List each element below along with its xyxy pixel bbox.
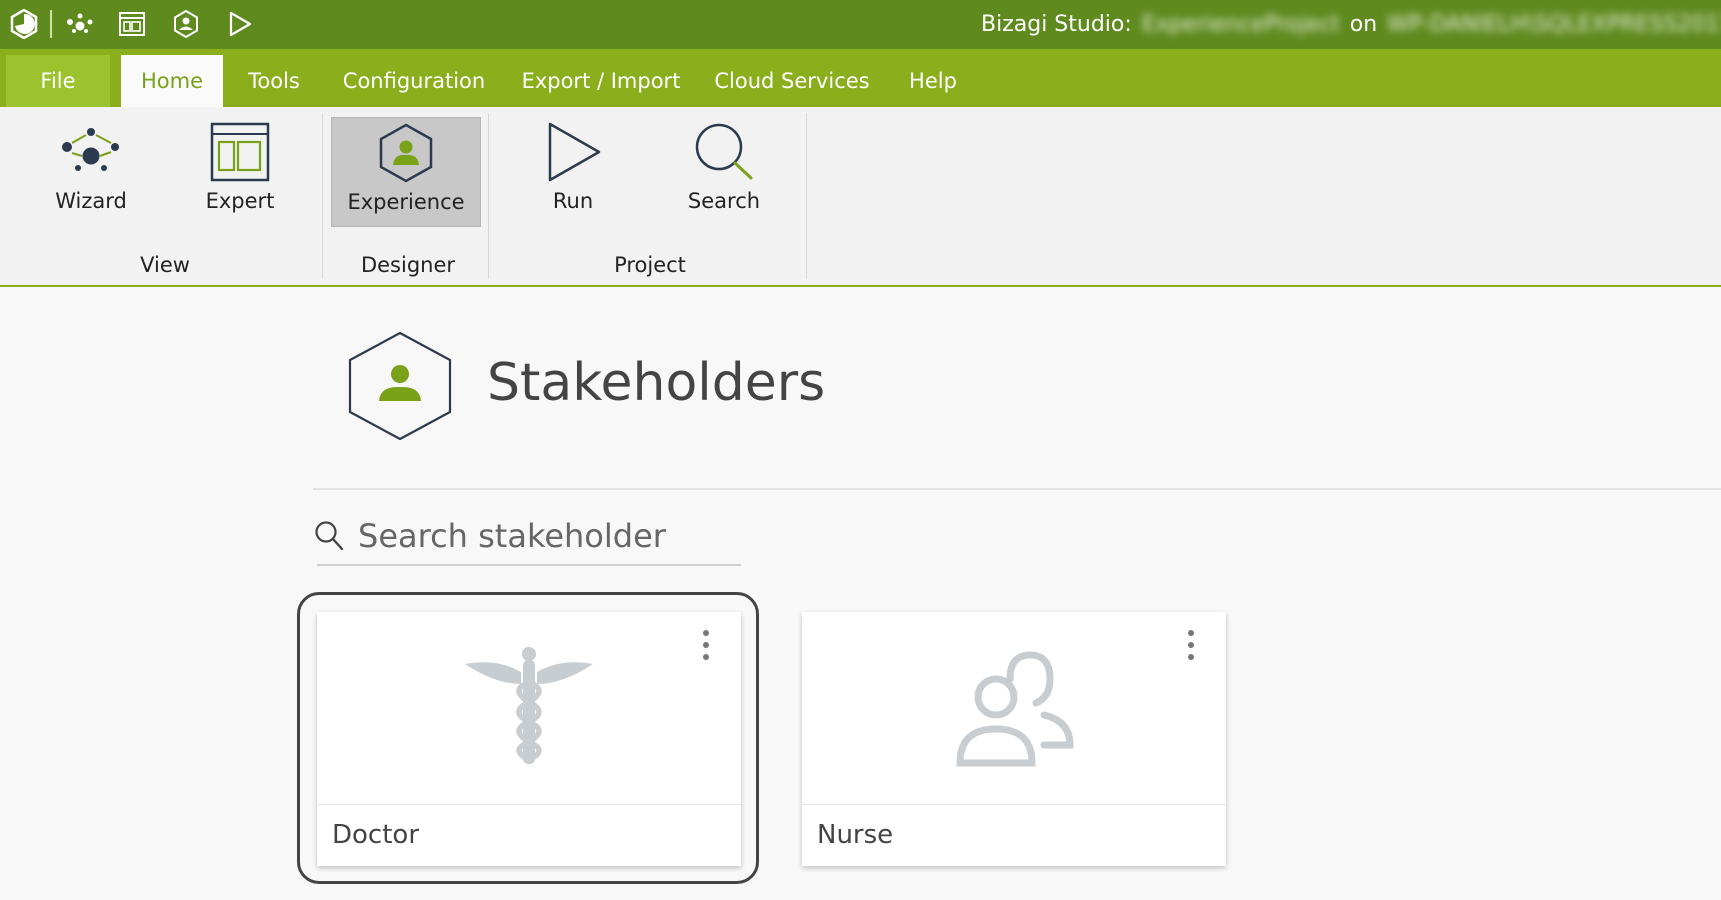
search-stakeholder-input[interactable] [356,512,740,560]
menu-file[interactable]: File [6,55,110,107]
group-label-project: Project [614,253,686,277]
run-button[interactable]: Run [519,117,627,227]
menu-tools[interactable]: Tools [234,55,314,107]
card-separator [802,804,1226,805]
window-title: Bizagi Studio: ExperienceProject on WP-D… [981,0,1721,49]
ribbon-group-separator [806,113,807,279]
stakeholder-name: Nurse [817,820,894,850]
expert-button[interactable]: Expert [186,117,294,227]
project-name: ExperienceProject [1141,12,1340,37]
experience-button[interactable]: Experience [331,117,481,227]
ribbon-group-separator [488,113,489,279]
server-name: WP-DANIELH\SQLEXPRESS2017 [1387,12,1721,37]
wizard-label: Wizard [55,189,127,213]
search-button[interactable]: Search [670,117,778,227]
ribbon-group-separator [322,113,323,279]
title-divider [313,488,1721,490]
stakeholder-card-nurse[interactable]: Nurse [802,612,1226,866]
menu-configuration[interactable]: Configuration [334,55,494,107]
group-label-view: View [140,253,190,277]
search-label: Search [687,189,761,213]
expert-icon[interactable] [114,7,150,41]
experience-label: Experience [347,190,465,214]
ribbon: Wizard Expert Experience Run Search View… [0,107,1721,287]
group-label-designer: Designer [360,253,456,277]
menu-export-import[interactable]: Export / Import [516,55,686,107]
card-menu-icon[interactable] [1181,630,1201,670]
title-bar: Bizagi Studio: ExperienceProject on WP-D… [0,0,1721,49]
stakeholders-icon [346,330,454,446]
expert-ribbon-icon [210,117,270,187]
menu-cloud-services[interactable]: Cloud Services [712,55,872,107]
stakeholder-name: Doctor [332,820,420,850]
menu-help[interactable]: Help [896,55,970,107]
experience-icon[interactable] [168,7,204,41]
experience-ribbon-icon [377,118,435,188]
caduceus-icon [317,612,741,804]
stakeholder-card-doctor[interactable]: Doctor [317,612,741,866]
wizard-icon[interactable] [62,7,98,41]
wizard-ribbon-icon [58,117,124,187]
wizard-button[interactable]: Wizard [36,117,146,227]
search-ribbon-icon [693,117,755,187]
page-title: Stakeholders [487,353,826,413]
search-underline [317,564,741,566]
expert-label: Expert [205,189,275,213]
users-icon [802,612,1226,804]
search-icon [314,520,344,556]
window-title-on: on [1349,12,1378,37]
bizagi-logo-icon[interactable] [6,7,42,41]
quick-access-separator [50,10,52,38]
run-label: Run [552,189,594,213]
card-separator [317,804,741,805]
menu-home[interactable]: Home [121,55,223,107]
run-icon[interactable] [222,7,258,41]
card-menu-icon[interactable] [696,630,716,670]
menu-bar: File Home Tools Configuration Export / I… [0,49,1721,107]
run-ribbon-icon [543,117,603,187]
window-title-prefix: Bizagi Studio: [981,12,1132,37]
